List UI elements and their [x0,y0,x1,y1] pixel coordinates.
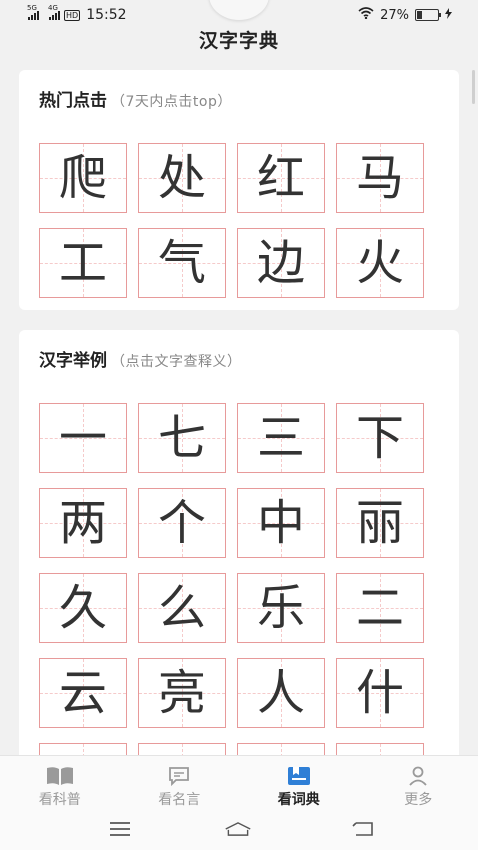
example-char-cell[interactable]: 一 [39,403,127,473]
examples-subtitle: （点击文字查释义） [111,354,242,370]
menu-nav-button[interactable] [106,818,134,840]
example-char-label: 乐 [256,580,305,636]
tab-0[interactable]: 看科普 [0,756,120,811]
hot-clicks-card: 热门点击 （7天内点击top） 爬处红马工气边火 [19,70,459,310]
hot-char-cell[interactable]: 爬 [39,143,127,213]
wifi-icon [358,7,374,23]
example-char-cell[interactable]: 三 [237,403,325,473]
hot-char-label: 工 [58,235,107,291]
example-char-label: 一 [58,410,107,466]
hot-clicks-subtitle: （7天内点击top） [111,94,232,110]
signal-icon-2: 4G [48,4,60,20]
examples-heading: 汉字举例 （点击文字查释义） [39,346,242,371]
hot-clicks-grid: 爬处红马工气边火 [39,143,424,298]
example-char-cell[interactable]: 亮 [138,658,226,728]
hot-char-label: 红 [256,150,305,206]
tab-label: 看词典 [277,792,320,808]
quote-icon [167,765,191,787]
example-char-cell[interactable]: 七 [138,403,226,473]
example-char-cell[interactable]: 下 [336,403,424,473]
hot-char-cell[interactable]: 处 [138,143,226,213]
book-icon [45,765,75,787]
tab-label: 看科普 [38,792,81,808]
hd-badge: HD [64,9,81,21]
examples-grid: 一七三下两个中丽久么乐二云亮人什 [39,403,424,770]
example-char-label: 二 [355,580,404,636]
example-char-cell[interactable]: 人 [237,658,325,728]
charging-icon [445,7,452,23]
example-char-label: 云 [58,665,107,721]
tab-3[interactable]: 更多 [359,756,478,811]
hot-clicks-title: 热门点击 [39,91,107,111]
example-char-label: 中 [256,495,305,551]
back-icon [352,822,373,836]
example-char-cell[interactable]: 久 [39,573,127,643]
hot-char-label: 处 [157,150,206,206]
menu-icon [110,822,130,836]
example-char-cell[interactable]: 云 [39,658,127,728]
examples-title: 汉字举例 [39,351,107,371]
example-char-label: 下 [355,410,404,466]
example-char-label: 个 [157,495,206,551]
example-char-label: 三 [256,410,305,466]
home-icon [225,822,251,836]
hot-char-cell[interactable]: 马 [336,143,424,213]
hot-clicks-heading: 热门点击 （7天内点击top） [39,86,232,111]
person-icon [407,765,429,787]
hot-char-label: 火 [355,235,404,291]
clock: 15:52 [86,7,127,23]
back-nav-button[interactable] [350,818,378,840]
example-char-cell[interactable]: 二 [336,573,424,643]
example-char-cell[interactable]: 么 [138,573,226,643]
page-title: 汉字字典 [198,30,279,52]
tab-label: 更多 [404,792,433,808]
battery-percent: 27% [380,7,409,23]
example-char-label: 亮 [157,665,206,721]
example-char-label: 么 [157,580,206,636]
hot-char-label: 马 [355,150,404,206]
battery-icon [415,9,441,21]
signal-icon: 5G [27,4,39,20]
hot-char-cell[interactable]: 火 [336,228,424,298]
tab-1[interactable]: 看名言 [120,756,240,811]
example-char-label: 丽 [355,495,404,551]
hot-char-cell[interactable]: 工 [39,228,127,298]
hot-char-cell[interactable]: 红 [237,143,325,213]
hot-char-cell[interactable]: 边 [237,228,325,298]
example-char-cell[interactable]: 中 [237,488,325,558]
example-char-label: 七 [157,410,206,466]
example-char-cell[interactable]: 乐 [237,573,325,643]
hot-char-label: 爬 [58,150,107,206]
hot-char-label: 边 [256,235,305,291]
example-char-label: 人 [256,665,305,721]
scrollbar[interactable] [472,70,475,104]
status-bar: 5G 4G HD 15:52 27% [0,0,478,28]
example-char-cell[interactable]: 丽 [336,488,424,558]
example-char-cell[interactable]: 什 [336,658,424,728]
examples-card: 汉字举例 （点击文字查释义） 一七三下两个中丽久么乐二云亮人什 [19,330,459,770]
dictionary-icon [286,765,312,787]
example-char-cell[interactable]: 个 [138,488,226,558]
system-nav-bar [0,810,478,850]
tab-label: 看名言 [158,792,201,808]
bottom-tab-bar: 看科普 看名言 看词典 更多 [0,755,478,811]
example-char-label: 两 [58,495,107,551]
example-char-label: 久 [58,580,107,636]
hot-char-label: 气 [157,235,206,291]
hot-char-cell[interactable]: 气 [138,228,226,298]
tab-2[interactable]: 看词典 [239,756,359,811]
example-char-cell[interactable]: 两 [39,488,127,558]
example-char-label: 什 [355,665,404,721]
home-nav-button[interactable] [224,818,252,840]
